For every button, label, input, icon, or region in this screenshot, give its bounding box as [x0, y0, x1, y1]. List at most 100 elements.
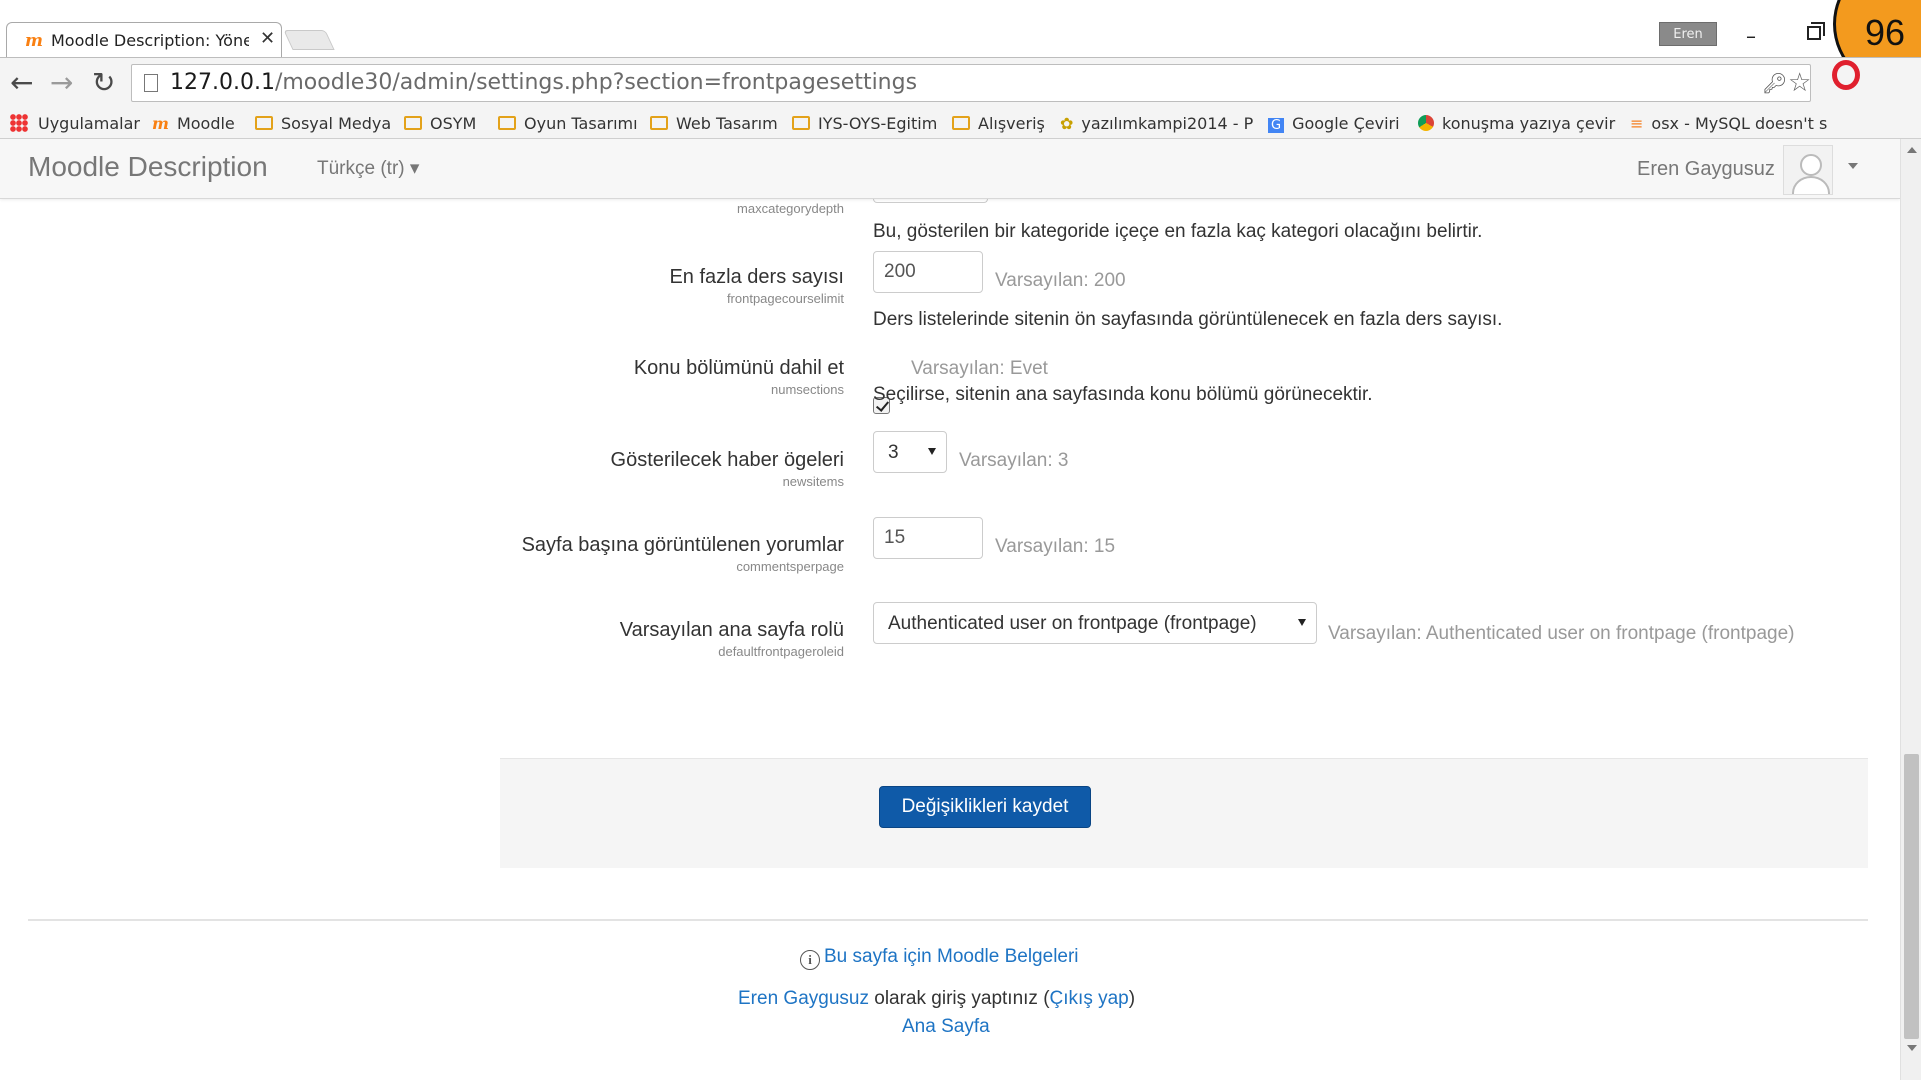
- bookmark-label: yazılımkampi2014 - P: [1081, 114, 1254, 133]
- select-value: Authenticated user on frontpage (frontpa…: [888, 613, 1257, 634]
- user-menu-caret-icon[interactable]: [1848, 163, 1858, 169]
- bookmark-label: konuşma yazıya çevir: [1442, 114, 1616, 133]
- bookmark-label: Moodle: [176, 114, 235, 133]
- form-actions-bar: [500, 758, 1868, 868]
- restore-window-icon[interactable]: [1807, 22, 1825, 40]
- bookmark-konusma[interactable]: konuşma yazıya çevir: [1418, 114, 1615, 133]
- counter-badge-number: 96: [1865, 12, 1906, 53]
- bookmark-osym[interactable]: OSYM: [404, 114, 476, 133]
- bookmark-label: Web Tasarım: [676, 114, 778, 133]
- setting-description: Bu, gösterilen bir kategoride içeçe en f…: [873, 221, 1483, 242]
- save-changes-button[interactable]: Değişiklikleri kaydet: [879, 786, 1091, 828]
- language-menu[interactable]: Türkçe (tr) ▾: [317, 157, 419, 180]
- page-icon: [144, 74, 158, 92]
- login-text-close: ): [1128, 988, 1136, 1009]
- caret-down-icon: ▾: [409, 158, 420, 179]
- bookmark-iys-oys-egitim[interactable]: IYS-OYS-Egitim: [792, 114, 937, 133]
- home-link[interactable]: Ana Sayfa: [902, 1016, 990, 1038]
- bookmark-google-ceviri[interactable]: G Google Çeviri: [1268, 114, 1400, 133]
- setting-label-comments: Sayfa başına görüntülenen yorumlar: [521, 534, 844, 556]
- language-label: Türkçe (tr): [317, 158, 405, 179]
- browser-toolbar: ← → ↻ 127.0.0.1/moodle30/admin/settings.…: [0, 57, 1921, 109]
- bookmark-label: Uygulamalar: [38, 114, 140, 133]
- docs-link-label: Bu sayfa için Moodle Belgeleri: [824, 946, 1079, 967]
- chrome-icon: [1418, 115, 1434, 131]
- setting-label-newsitems: Gösterilecek haber ögeleri: [610, 449, 844, 471]
- bookmark-moodle[interactable]: m Moodle: [152, 114, 235, 133]
- browser-window: m Moodle Description: Yöne ✕ Eren – 96 ←…: [0, 0, 1921, 1080]
- opera-extension-icon[interactable]: [1832, 60, 1860, 90]
- moodle-docs-link[interactable]: i Bu sayfa için Moodle Belgeleri: [800, 946, 1079, 970]
- default-value: Varsayılan: Authenticated user on frontp…: [1328, 623, 1795, 644]
- setting-label-numsections: Konu bölümünü dahil et: [633, 357, 844, 379]
- bookmark-label: osx - MySQL doesn't s: [1651, 114, 1828, 133]
- profile-button[interactable]: Eren: [1659, 22, 1717, 46]
- folder-icon: [792, 116, 810, 130]
- select-value: 3: [888, 442, 899, 463]
- bookmark-alisveris[interactable]: Alışveriş: [952, 114, 1045, 133]
- comments-per-page-input[interactable]: 15: [873, 517, 983, 559]
- bookmark-label: OSYM: [430, 114, 477, 133]
- setting-key: maxcategorydepth: [737, 201, 844, 216]
- apps-grid-icon: [10, 114, 28, 132]
- close-tab-icon[interactable]: ✕: [260, 28, 275, 49]
- page-viewport: Moodle Description Türkçe (tr) ▾ Eren Ga…: [0, 139, 1900, 1080]
- bookmark-oyun-tasarimi[interactable]: Oyun Tasarımı: [498, 114, 638, 133]
- tab-title: Moodle Description: Yöne: [51, 31, 249, 50]
- folder-icon: [498, 116, 516, 130]
- google-translate-icon: G: [1268, 118, 1285, 133]
- bookmark-label: Sosyal Medya: [281, 114, 392, 133]
- bookmark-apps[interactable]: Uygulamalar: [10, 114, 140, 133]
- back-arrow-icon[interactable]: ←: [10, 66, 33, 99]
- course-limit-input[interactable]: 200: [873, 251, 983, 293]
- setting-key: defaultfrontpageroleid: [718, 644, 844, 659]
- dropdown-arrow-icon: [1298, 619, 1306, 626]
- key-icon[interactable]: 🔑︎: [1762, 71, 1787, 95]
- logout-link[interactable]: Çıkış yap: [1050, 988, 1129, 1009]
- user-avatar[interactable]: [1783, 145, 1833, 195]
- newsitems-select[interactable]: 3: [873, 431, 947, 473]
- tab-strip: m Moodle Description: Yöne ✕ Eren – 96: [0, 0, 1921, 94]
- default-value: Varsayılan: Evet: [911, 358, 1048, 379]
- dropdown-arrow-icon: [928, 448, 936, 455]
- scrollbar-thumb[interactable]: [1904, 754, 1919, 1039]
- bookmark-label: Alışveriş: [978, 114, 1045, 133]
- site-brand-link[interactable]: Moodle Description: [28, 151, 268, 183]
- bookmark-web-tasarim[interactable]: Web Tasarım: [650, 114, 778, 133]
- minimize-icon[interactable]: –: [1746, 24, 1756, 48]
- page-scrollbar[interactable]: [1900, 139, 1921, 1080]
- setting-key: newsitems: [782, 474, 844, 489]
- new-tab-button[interactable]: [283, 30, 335, 50]
- setting-label-course-limit: En fazla ders sayısı: [669, 266, 844, 288]
- profile-link[interactable]: Eren Gaygusuz: [738, 988, 869, 1009]
- default-value: Varsayılan: 15: [995, 536, 1116, 557]
- scroll-down-arrow-icon[interactable]: [1907, 1045, 1917, 1051]
- setting-description: Ders listelerinde sitenin ön sayfasında …: [873, 309, 1503, 330]
- address-bar[interactable]: 127.0.0.1/moodle30/admin/settings.php?se…: [131, 64, 1811, 102]
- folder-icon: [404, 116, 422, 130]
- folder-icon: [255, 116, 273, 130]
- default-frontpage-role-select[interactable]: Authenticated user on frontpage (frontpa…: [873, 602, 1317, 644]
- bookmark-osx-mysql[interactable]: ≡ osx - MySQL doesn't s: [1630, 114, 1827, 133]
- url-text[interactable]: 127.0.0.1/moodle30/admin/settings.php?se…: [170, 70, 917, 95]
- url-host: 127.0.0.1: [170, 70, 275, 95]
- login-text: olarak giriş yaptınız (: [868, 988, 1050, 1009]
- setting-label-role: Varsayılan ana sayfa rolü: [619, 619, 844, 641]
- moodle-favicon-icon: m: [25, 31, 43, 51]
- setting-key: commentsperpage: [736, 559, 844, 574]
- bookmark-yazilimkampi[interactable]: ✿ yazılımkampi2014 - P: [1060, 114, 1253, 133]
- bookmark-star-icon[interactable]: ☆: [1788, 68, 1811, 98]
- setting-key: numsections: [771, 382, 844, 397]
- user-name[interactable]: Eren Gaygusuz: [1637, 158, 1775, 181]
- login-info: Eren Gaygusuz olarak giriş yaptınız (Çık…: [738, 988, 1135, 1010]
- browser-tab-active[interactable]: m Moodle Description: Yöne ✕: [6, 22, 282, 57]
- forward-arrow-icon[interactable]: →: [50, 66, 73, 99]
- footer-divider: [28, 919, 1868, 921]
- bug-icon: ✿: [1060, 114, 1074, 133]
- bookmarks-bar: Uygulamalar m Moodle Sosyal Medya OSYM Oy…: [0, 109, 1921, 139]
- bookmark-sosyal-medya[interactable]: Sosyal Medya: [255, 114, 391, 133]
- setting-key: frontpagecourselimit: [726, 291, 844, 306]
- scroll-up-arrow-icon[interactable]: [1907, 147, 1917, 153]
- reload-icon[interactable]: ↻: [92, 66, 115, 99]
- info-icon: i: [800, 950, 820, 970]
